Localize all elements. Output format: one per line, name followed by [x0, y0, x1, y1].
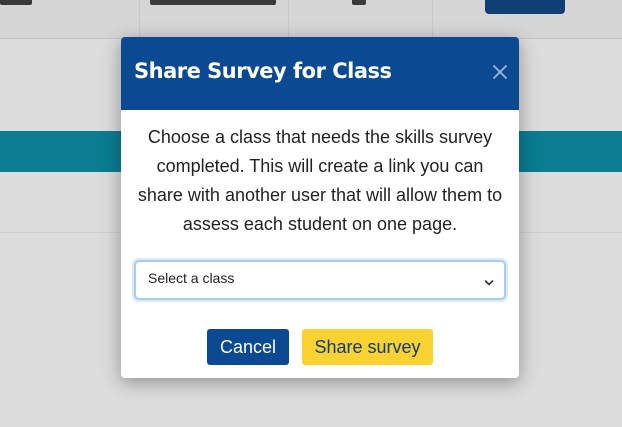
modal-actions: Cancel Share survey	[121, 329, 519, 365]
share-survey-modal: Share Survey for Class Choose a class th…	[121, 37, 519, 378]
chevron-down-icon	[483, 274, 495, 286]
modal-title: Share Survey for Class	[134, 59, 392, 83]
modal-description: Choose a class that needs the skills sur…	[137, 127, 503, 234]
modal-header: Share Survey for Class	[121, 37, 519, 110]
class-select[interactable]: Select a class	[134, 260, 506, 300]
class-select-value: Select a class	[148, 270, 235, 286]
cancel-button[interactable]: Cancel	[207, 329, 289, 365]
close-icon[interactable]	[491, 63, 509, 81]
share-survey-button[interactable]: Share survey	[302, 329, 433, 365]
